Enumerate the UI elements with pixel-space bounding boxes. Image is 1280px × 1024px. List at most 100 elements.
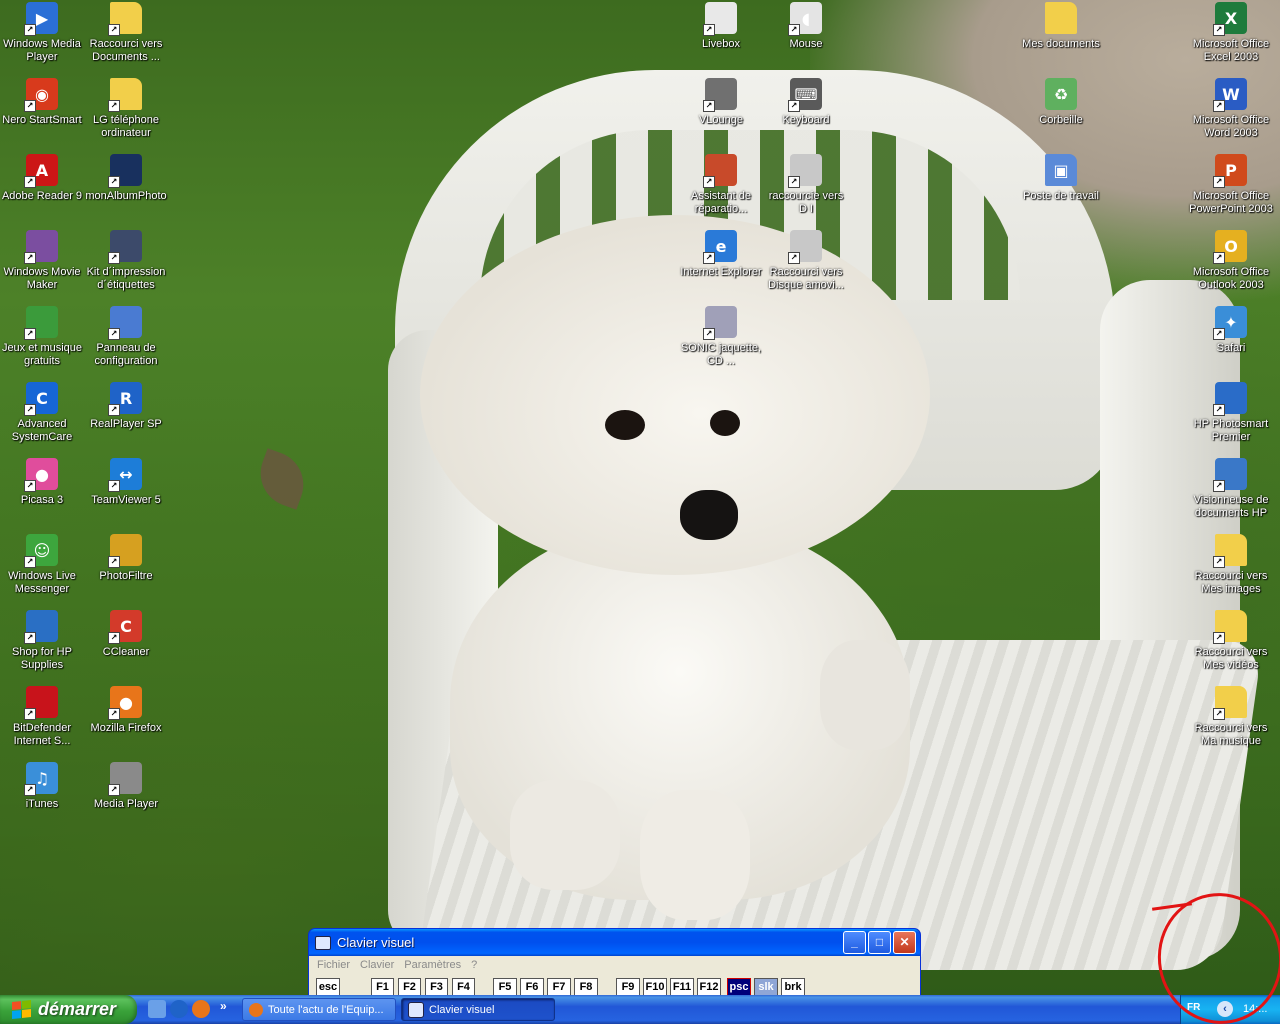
desktop-icon[interactable]: ↗ Shop for HP Supplies xyxy=(0,610,84,672)
desktop-icon-label: CCleaner xyxy=(102,646,150,658)
taskbar: démarrer » Toute l'actu de l'Equip... Cl… xyxy=(0,995,1280,1024)
desktop-icon[interactable]: ◉ ↗ Nero StartSmart xyxy=(0,78,84,127)
desktop-icon[interactable]: X ↗ Microsoft Office Excel 2003 xyxy=(1189,2,1273,64)
desktop-icon-label: SONIC jaquette, CD ... xyxy=(680,342,762,367)
desktop-icon[interactable]: ● ↗ Picasa 3 xyxy=(0,458,84,507)
desktop-icon-label: raccourcie vers D I xyxy=(768,190,844,215)
control-panel-icon: ↗ xyxy=(108,306,142,340)
desktop-icon[interactable]: ↗ Kit d´impression d´étiquettes xyxy=(84,230,168,292)
desktop-icon[interactable]: ↗ SONIC jaquette, CD ... xyxy=(679,306,763,368)
desktop-icon[interactable]: R ↗ RealPlayer SP xyxy=(84,382,168,431)
desktop-icon[interactable]: ▶ ↗ Windows Media Player xyxy=(0,2,84,64)
key-brk[interactable]: brk xyxy=(781,978,805,996)
close-button[interactable]: ✕ xyxy=(893,931,916,954)
key-F8[interactable]: F8 xyxy=(574,978,598,996)
key-F2[interactable]: F2 xyxy=(398,978,421,996)
desktop-icon[interactable]: ♻ Corbeille xyxy=(1019,78,1103,127)
window-titlebar[interactable]: Clavier visuel _ □ ✕ xyxy=(309,929,920,956)
desktop-icon[interactable]: C ↗ CCleaner xyxy=(84,610,168,659)
desktop-icon[interactable]: ♫ ↗ iTunes xyxy=(0,762,84,811)
key-F5[interactable]: F5 xyxy=(493,978,517,996)
start-button[interactable]: démarrer xyxy=(0,995,137,1024)
desktop-icon[interactable]: ↗ Windows Movie Maker xyxy=(0,230,84,292)
desktop-icon[interactable]: ↗ LG téléphone ordinateur xyxy=(84,78,168,140)
desktop-icon[interactable]: ↗ Assistant de réparatio... xyxy=(679,154,763,216)
desktop-icon[interactable]: ⌨ ↗ Keyboard xyxy=(764,78,848,127)
desktop-icon[interactable]: ↗ Jeux et musique gratuits xyxy=(0,306,84,368)
desktop-icon[interactable]: ↗ Visionneuse de documents HP xyxy=(1189,458,1273,520)
desktop-icon[interactable]: ↗ Raccourci vers Documents ... xyxy=(84,2,168,64)
shortcut-arrow-icon: ↗ xyxy=(703,176,715,188)
wallpaper-dog-eye xyxy=(710,410,740,436)
menu-help[interactable]: ? xyxy=(471,959,477,971)
desktop-icon[interactable]: ↗ Raccourci vers Ma musique xyxy=(1189,686,1273,748)
movie-maker-icon: ↗ xyxy=(24,230,58,264)
on-screen-keyboard-window[interactable]: Clavier visuel _ □ ✕ Fichier Clavier Par… xyxy=(308,928,921,997)
key-esc[interactable]: esc xyxy=(316,978,340,996)
maximize-button[interactable]: □ xyxy=(868,931,891,954)
desktop-icon[interactable]: ◖ ↗ Mouse xyxy=(764,2,848,51)
desktop-icon[interactable]: ↗ Livebox xyxy=(679,2,763,51)
desktop-icon[interactable]: ↗ monAlbumPhoto xyxy=(84,154,168,203)
desktop-icon[interactable]: O ↗ Microsoft Office Outlook 2003 xyxy=(1189,230,1273,292)
desktop-icon[interactable]: ↔ ↗ TeamViewer 5 xyxy=(84,458,168,507)
shortcut-arrow-icon: ↗ xyxy=(24,404,36,416)
desktop-icon[interactable]: ↗ raccourcie vers D I xyxy=(764,154,848,216)
desktop-icon[interactable]: W ↗ Microsoft Office Word 2003 xyxy=(1189,78,1273,140)
key-F1[interactable]: F1 xyxy=(371,978,394,996)
key-F9[interactable]: F9 xyxy=(616,978,640,996)
recycle-bin-icon: ♻ xyxy=(1045,78,1077,110)
show-desktop-icon[interactable] xyxy=(148,1000,166,1018)
excel-icon: X ↗ xyxy=(1213,2,1247,36)
firefox-icon[interactable] xyxy=(192,1000,210,1018)
shortcut-arrow-icon: ↗ xyxy=(788,176,800,188)
desktop-icon[interactable]: ▣ Poste de travail xyxy=(1019,154,1103,203)
drive-icon: ↗ xyxy=(788,154,822,188)
window-title: Clavier visuel xyxy=(337,935,415,950)
desktop-icon[interactable]: ↗ VLounge xyxy=(679,78,763,127)
desktop-icon[interactable]: ↗ HP Photosmart Premier xyxy=(1189,382,1273,444)
menu-fichier[interactable]: Fichier xyxy=(317,959,350,971)
desktop-icon[interactable]: e ↗ Internet Explorer xyxy=(679,230,763,279)
desktop-icon[interactable]: ● ↗ Mozilla Firefox xyxy=(84,686,168,735)
desktop-icon[interactable]: A ↗ Adobe Reader 9 xyxy=(0,154,84,203)
shortcut-arrow-icon: ↗ xyxy=(1213,100,1225,112)
desktop-icon[interactable]: ↗ PhotoFiltre xyxy=(84,534,168,583)
desktop-icon[interactable]: ↗ Media Player xyxy=(84,762,168,811)
shortcut-arrow-icon: ↗ xyxy=(1213,556,1225,568)
realplayer-icon[interactable] xyxy=(170,1000,188,1018)
shortcut-arrow-icon: ↗ xyxy=(703,328,715,340)
menu-parametres[interactable]: Paramètres xyxy=(404,959,461,971)
minimize-button[interactable]: _ xyxy=(843,931,866,954)
desktop-icon[interactable]: ↗ Raccourci vers Mes images xyxy=(1189,534,1273,596)
desktop-icon[interactable]: P ↗ Microsoft Office PowerPoint 2003 xyxy=(1189,154,1273,216)
key-F6[interactable]: F6 xyxy=(520,978,544,996)
desktop-icon-label: Windows Live Messenger xyxy=(8,570,76,595)
quicklaunch-more-button[interactable]: » xyxy=(220,999,227,1013)
desktop-icon-label: Livebox xyxy=(702,38,740,50)
taskbar-button-firefox[interactable]: Toute l'actu de l'Equip... xyxy=(242,998,396,1021)
key-psc[interactable]: psc xyxy=(727,978,751,996)
taskbar-button-clavier-visuel[interactable]: Clavier visuel xyxy=(401,998,555,1021)
desktop-icon[interactable]: Mes documents xyxy=(1019,2,1103,51)
shortcut-arrow-icon: ↗ xyxy=(24,480,36,492)
menu-clavier[interactable]: Clavier xyxy=(360,959,394,971)
key-F11[interactable]: F11 xyxy=(670,978,694,996)
key-F10[interactable]: F10 xyxy=(643,978,667,996)
shortcut-arrow-icon: ↗ xyxy=(108,252,120,264)
shortcut-arrow-icon: ↗ xyxy=(108,404,120,416)
key-F7[interactable]: F7 xyxy=(547,978,571,996)
desktop-icon[interactable]: C ↗ Advanced SystemCare xyxy=(0,382,84,444)
desktop-icon[interactable]: ↗ BitDefender Internet S... xyxy=(0,686,84,748)
key-F12[interactable]: F12 xyxy=(697,978,721,996)
desktop-icon[interactable]: ✦ ↗ Safari xyxy=(1189,306,1273,355)
desktop-icon[interactable]: ↗ Raccourci vers Disque amovi... xyxy=(764,230,848,292)
key-F4[interactable]: F4 xyxy=(452,978,475,996)
desktop-icon[interactable]: ↗ Panneau de configuration xyxy=(84,306,168,368)
window-menubar: Fichier Clavier Paramètres ? xyxy=(309,956,920,974)
shortcut-arrow-icon: ↗ xyxy=(108,176,120,188)
key-F3[interactable]: F3 xyxy=(425,978,448,996)
key-slk[interactable]: slk xyxy=(754,978,778,996)
desktop-icon[interactable]: ↗ Raccourci vers Mes vidéos xyxy=(1189,610,1273,672)
desktop-icon[interactable]: ☺ ↗ Windows Live Messenger xyxy=(0,534,84,596)
